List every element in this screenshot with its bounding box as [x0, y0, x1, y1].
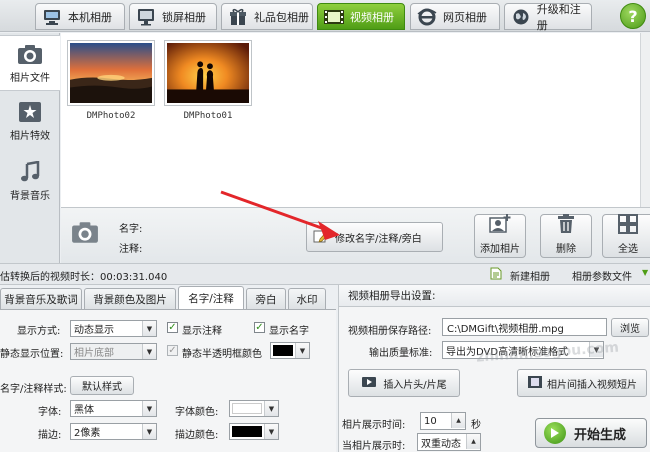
default-style-button[interactable]: 默认样式	[70, 376, 134, 395]
select-value: 双重动态	[421, 438, 461, 450]
chevron-down-icon: ▼	[142, 424, 156, 439]
chevron-down-icon: ▼	[264, 424, 278, 439]
tab-label: 名字/注释	[188, 292, 234, 305]
font-label: 字体:	[38, 407, 62, 418]
select-value: 动态显示	[74, 325, 114, 336]
browse-button[interactable]: 浏览	[611, 318, 649, 337]
show-note-checkbox[interactable]: ✓	[167, 322, 178, 333]
tab-label: 旁白	[255, 293, 277, 306]
start-button-label: 开始生成	[574, 427, 627, 443]
color-swatch	[232, 426, 262, 437]
chevron-down-icon: ▼	[142, 401, 156, 416]
tab-background-music[interactable]: 背景音乐及歌词	[0, 288, 82, 309]
button-label: 插入片头/片尾	[383, 379, 447, 391]
album-params-link[interactable]: 相册参数文件	[572, 268, 632, 283]
color-swatch	[273, 345, 293, 356]
button-label: 相片间插入视频短片	[547, 379, 637, 391]
new-album-link[interactable]: 新建相册	[510, 268, 550, 283]
show-time-spinner[interactable]: 10 ▲	[420, 412, 466, 430]
translucent-color-picker[interactable]: ▼	[270, 342, 310, 359]
tab-watermark[interactable]: 水印	[288, 288, 326, 309]
font-select[interactable]: 黑体 ▼	[70, 400, 157, 417]
show-name-label: 显示名字	[269, 326, 309, 337]
header-label: 视频相册导出设置:	[348, 290, 436, 302]
show-name-checkbox[interactable]: ✓	[254, 322, 265, 333]
settings-tabs: 背景音乐及歌词 背景颜色及图片 名字/注释 旁白 水印	[0, 285, 336, 309]
tab-name-note[interactable]: 名字/注释	[178, 286, 244, 309]
save-path-input[interactable]: C:\DMGift\视频相册.mpg	[442, 318, 607, 336]
show-mode-select[interactable]: 双重动态 ▲	[417, 433, 481, 451]
start-generate-button[interactable]: 开始生成	[535, 418, 647, 448]
display-mode-label: 显示方式:	[17, 326, 61, 337]
show-mode-label: 当相片展示时:	[342, 441, 406, 452]
static-position-select[interactable]: 相片底部 ▼	[70, 343, 157, 360]
input-value: C:\DMGift\视频相册.mpg	[447, 323, 564, 335]
seconds-unit: 秒	[471, 420, 481, 431]
save-path-label: 视频相册保存路径:	[348, 326, 432, 337]
export-settings-header: 视频相册导出设置:	[339, 285, 650, 307]
spinner-arrows-icon: ▲	[451, 413, 465, 428]
insert-between-button[interactable]: 相片间插入视频短片	[517, 369, 647, 397]
duration-text: 估转换后的视频时长：00:03:31.040	[0, 272, 168, 283]
chevron-down-icon: ▼	[142, 321, 156, 336]
stroke-label: 描边:	[38, 430, 62, 441]
chevron-down-icon: ▼	[142, 344, 156, 359]
font-color-label: 字体颜色:	[175, 407, 219, 418]
select-value: 2像素	[74, 428, 101, 439]
film-strip-icon	[527, 375, 543, 392]
tab-background-color[interactable]: 背景颜色及图片	[84, 288, 176, 309]
tab-narration[interactable]: 旁白	[246, 288, 286, 309]
stroke-color-label: 描边颜色:	[175, 430, 219, 441]
chevron-down-icon: ▼	[295, 343, 309, 358]
video-clip-icon	[361, 375, 377, 392]
stroke-select[interactable]: 2像素 ▼	[70, 423, 157, 440]
insert-clip-button[interactable]: 插入片头/片尾	[348, 369, 460, 397]
dropdown-arrow-icon[interactable]: ▼	[642, 268, 648, 277]
font-color-picker[interactable]: ▼	[229, 400, 279, 417]
select-value: 黑体	[74, 405, 94, 416]
static-position-label: 静态显示位置:	[0, 349, 64, 360]
style-label: 名字/注释样式:	[0, 384, 67, 395]
spinner-value: 10	[424, 415, 437, 427]
play-icon	[544, 422, 566, 444]
show-note-label: 显示注释	[182, 326, 222, 337]
color-swatch	[232, 403, 262, 414]
translucent-box-label: 静态半透明框颜色	[182, 349, 262, 360]
translucent-box-checkbox[interactable]: ✓	[167, 345, 178, 356]
button-label: 浏览	[620, 324, 640, 335]
button-label: 默认样式	[82, 382, 122, 393]
chevron-down-icon: ▼	[264, 401, 278, 416]
document-icon	[490, 267, 502, 283]
status-line: 估转换后的视频时长：00:03:31.040 新建相册 相册参数文件 ▼	[0, 263, 650, 285]
display-mode-select[interactable]: 动态显示 ▼	[70, 320, 157, 337]
stroke-color-picker[interactable]: ▼	[229, 423, 279, 440]
show-time-label: 相片展示时间:	[342, 420, 406, 431]
tab-label: 背景颜色及图片	[93, 293, 167, 306]
tab-label: 背景音乐及歌词	[4, 293, 78, 306]
name-note-settings: 显示方式: 动态显示 ▼ ✓ 显示注释 ✓ 显示名字 静态显示位置: 相片底部 …	[0, 309, 336, 452]
quality-label: 输出质量标准:	[369, 348, 433, 359]
select-value: 相片底部	[74, 348, 114, 359]
chevron-up-icon: ▲	[466, 434, 480, 449]
tab-label: 水印	[296, 293, 318, 306]
